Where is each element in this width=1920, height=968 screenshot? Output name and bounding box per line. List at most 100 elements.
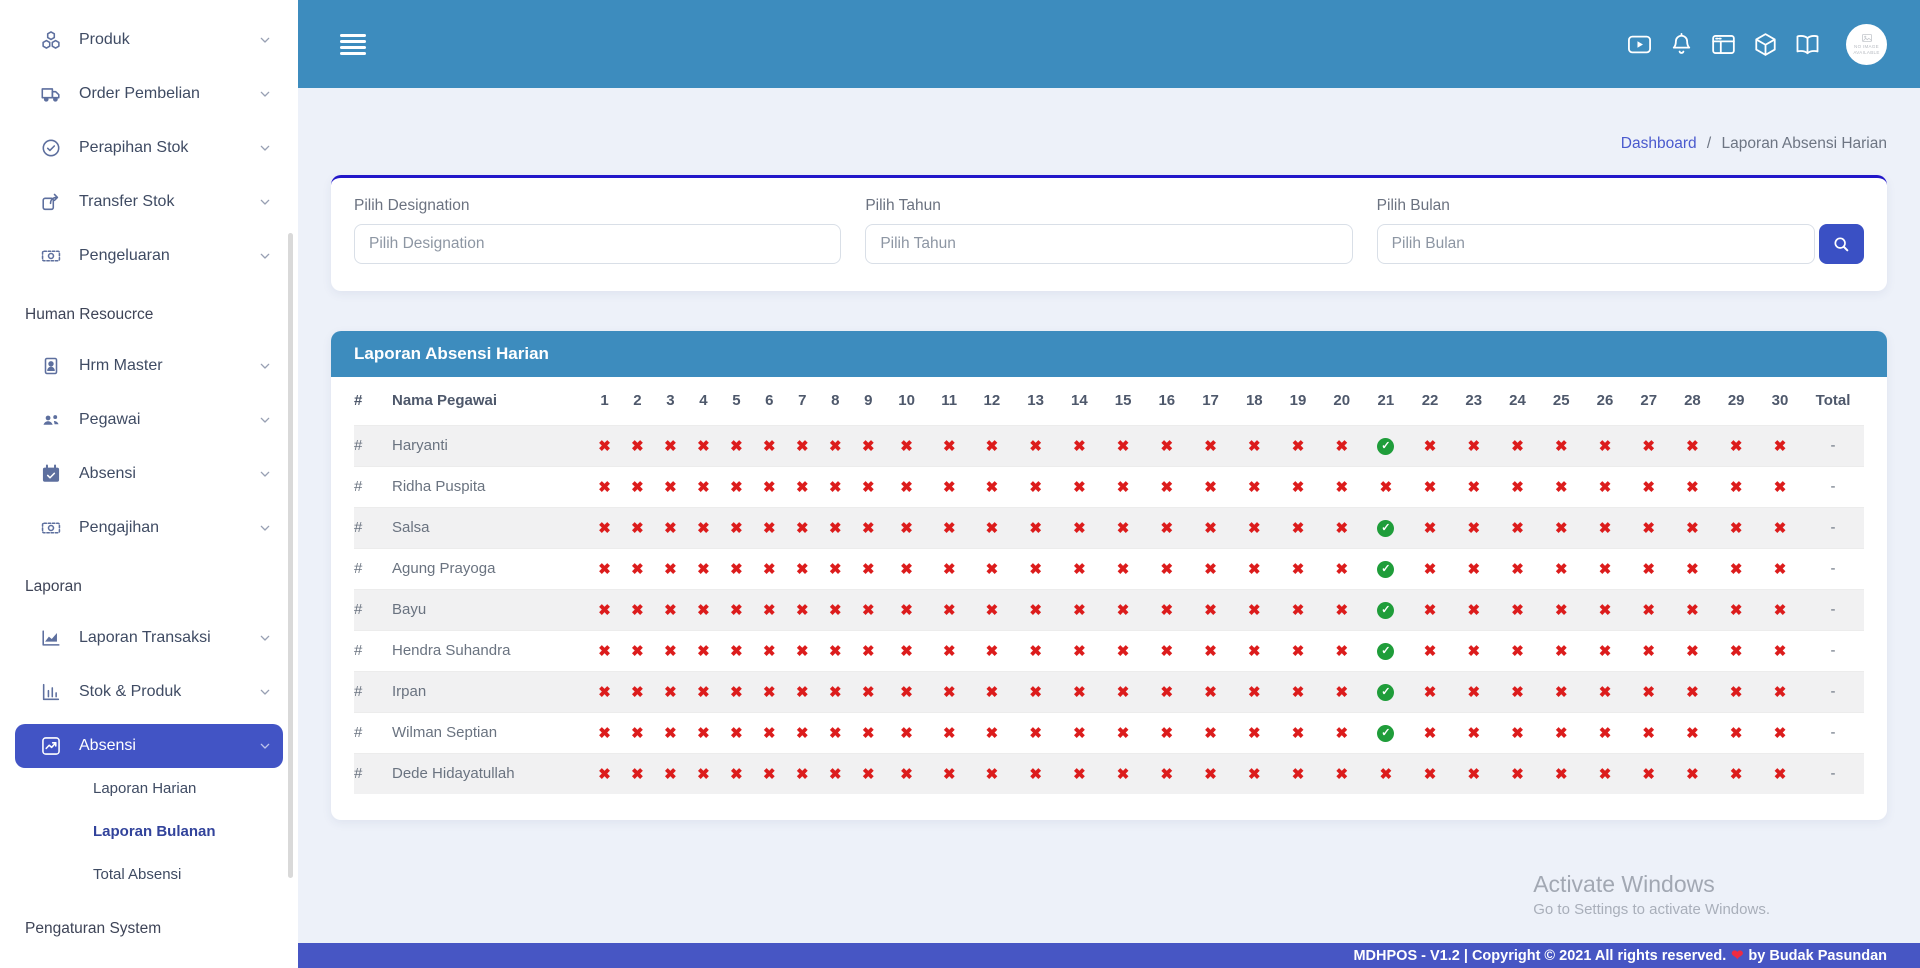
absent-x-icon: ✖ [796,684,809,701]
attendance-cell: ✖ [654,630,687,671]
filter-input-pilih-designation[interactable] [354,224,841,264]
absent-x-icon: ✖ [1424,725,1437,742]
attendance-cell: ✖ [1189,466,1233,507]
package-cube-icon[interactable] [1752,31,1779,58]
attendance-cell: ✖ [1101,630,1145,671]
absent-x-icon: ✖ [697,438,710,455]
sidebar-item-order-pembelian[interactable]: Order Pembelian [15,72,283,116]
attendance-cell: ✖ [621,425,654,466]
absent-x-icon: ✖ [943,438,956,455]
attendance-cell: ✖ [852,466,885,507]
table-row: #Wilman Septian✖✖✖✖✖✖✖✖✖✖✖✖✖✖✖✖✖✖✖✖✓✖✖✖✖… [354,712,1864,753]
attendance-cell: ✖ [588,630,621,671]
absent-x-icon: ✖ [1511,684,1524,701]
sidebar-item-pengeluaran[interactable]: Pengeluaran [15,234,283,278]
chevron-down-icon [257,194,273,210]
absent-x-icon: ✖ [1335,561,1348,578]
attendance-cell: ✖ [970,466,1014,507]
menu-toggle-button[interactable] [340,34,366,55]
absent-x-icon: ✖ [1161,561,1174,578]
attendance-cell: ✖ [1276,712,1320,753]
col-header-day: 2 [621,377,654,425]
attendance-cell: ✖ [1057,466,1101,507]
attendance-cell: ✖ [1189,753,1233,794]
chevron-down-icon [257,140,273,156]
sidebar-item-pengajihan[interactable]: Pengajihan [15,506,283,550]
absent-x-icon: ✖ [1204,438,1217,455]
breadcrumb-dashboard-link[interactable]: Dashboard [1621,135,1697,152]
sidebar-item-hrm-master[interactable]: Hrm Master [15,344,283,388]
check-circle-icon [40,137,62,159]
sidebar-item-laporan-absensi[interactable]: Absensi [15,724,283,768]
absent-x-icon: ✖ [631,479,644,496]
absent-x-icon: ✖ [900,479,913,496]
attendance-cell: ✖ [1671,425,1715,466]
absent-x-icon: ✖ [598,520,611,537]
attendance-cell: ✖ [1408,671,1452,712]
attendance-cell: ✖ [720,753,753,794]
attendance-cell: ✖ [970,712,1014,753]
absent-x-icon: ✖ [763,520,776,537]
attendance-cell: ✖ [928,589,970,630]
attendance-cell: ✖ [1101,712,1145,753]
row-index: # [354,548,392,589]
chevron-down-icon [257,466,273,482]
absent-x-icon: ✖ [1117,561,1130,578]
sidebar-item-produk[interactable]: Produk [15,18,283,62]
absent-x-icon: ✖ [796,438,809,455]
attendance-cell: ✖ [1714,589,1758,630]
sidebar-item-laporan-transaksi[interactable]: Laporan Transaksi [15,616,283,660]
sidebar-subitem-laporan-harian[interactable]: Laporan Harian [0,772,283,806]
attendance-cell: ✖ [970,507,1014,548]
documentation-book-icon[interactable] [1794,31,1821,58]
absent-x-icon: ✖ [730,766,743,783]
absent-x-icon: ✖ [1380,766,1393,783]
notification-bell-icon[interactable] [1668,31,1695,58]
sidebar-item-absensi[interactable]: Absensi [15,452,283,496]
attendance-cell: ✖ [928,671,970,712]
search-button[interactable] [1819,224,1864,264]
sidebar-item-transfer-stok[interactable]: Transfer Stok [15,180,283,224]
hamburger-line [340,46,366,49]
absent-x-icon: ✖ [1073,520,1086,537]
absent-x-icon: ✖ [829,684,842,701]
user-avatar[interactable]: NO IMAGE AVAILABLE [1846,24,1887,65]
col-header-day: 21 [1364,377,1409,425]
attendance-cell: ✖ [1276,507,1320,548]
sidebar-subitem-total-absensi[interactable]: Total Absensi [0,858,283,892]
attendance-cell: ✖ [1189,425,1233,466]
present-check-icon: ✓ [1377,561,1394,578]
attendance-cell: ✖ [720,507,753,548]
attendance-table: #Nama Pegawai123456789101112131415161718… [354,377,1864,794]
browser-window-icon[interactable] [1710,31,1737,58]
absent-x-icon: ✖ [1642,602,1655,619]
absent-x-icon: ✖ [796,602,809,619]
sidebar-item-pegawai[interactable]: Pegawai [15,398,283,442]
filter-group: Pilih Designation [354,197,841,264]
sidebar-item-perapihan-stok[interactable]: Perapihan Stok [15,126,283,170]
absent-x-icon: ✖ [664,561,677,578]
sidebar-item-stok-produk[interactable]: Stok & Produk [15,670,283,714]
attendance-cell: ✖ [1408,548,1452,589]
filter-group: Pilih Tahun [865,197,1352,264]
absent-x-icon: ✖ [664,643,677,660]
sidebar-item-clipped[interactable] [15,0,283,8]
attendance-cell: ✖ [786,507,819,548]
attendance-cell: ✖ [588,671,621,712]
absent-x-icon: ✖ [598,684,611,701]
attendance-cell: ✖ [753,507,786,548]
video-tutorial-icon[interactable] [1626,31,1653,58]
sidebar-scrollbar[interactable] [288,233,293,878]
col-header-day: 27 [1627,377,1671,425]
absent-x-icon: ✖ [697,561,710,578]
absent-x-icon: ✖ [1730,520,1743,537]
sidebar-subitem-laporan-bulanan[interactable]: Laporan Bulanan [0,815,283,849]
attendance-total: - [1802,753,1864,794]
chevron-down-icon [257,630,273,646]
absent-x-icon: ✖ [631,643,644,660]
col-header-day: 24 [1496,377,1540,425]
attendance-cell: ✖ [1232,753,1276,794]
filter-input-pilih-bulan[interactable] [1377,224,1815,264]
attendance-cell: ✖ [1452,425,1496,466]
filter-input-pilih-tahun[interactable] [865,224,1352,264]
